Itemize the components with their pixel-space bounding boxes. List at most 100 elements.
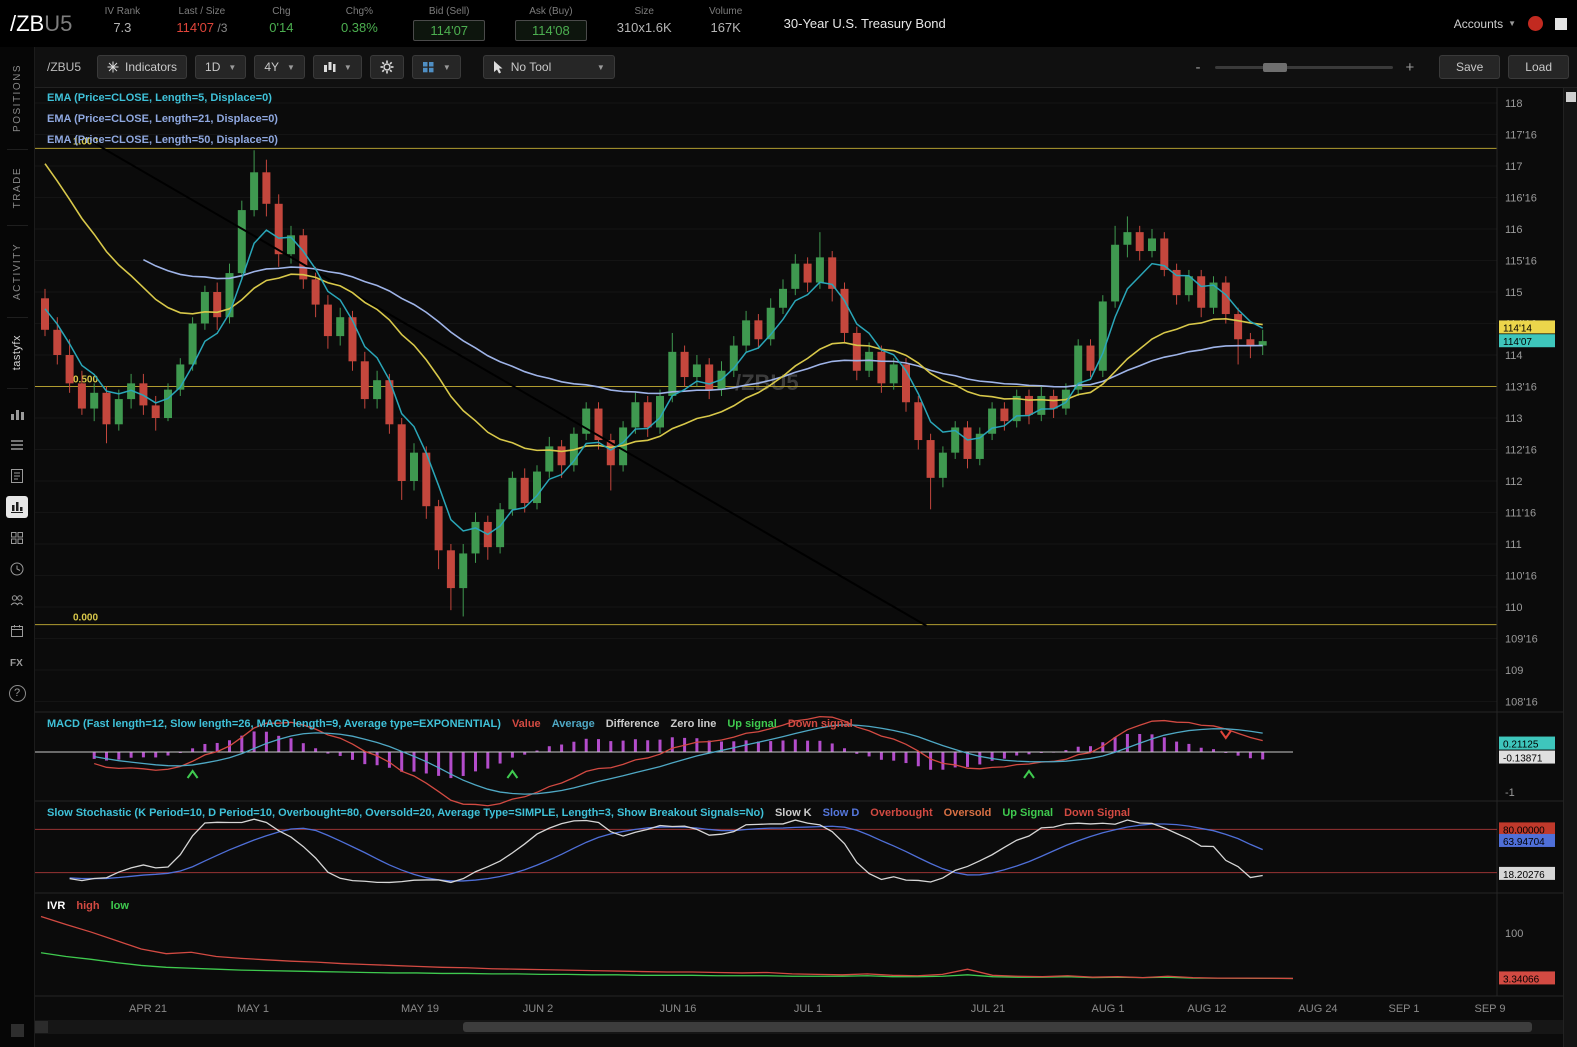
macd-hist-bar (769, 741, 773, 752)
macd-hist-bar (646, 740, 650, 752)
zoom-in-button[interactable]: + (1403, 59, 1417, 76)
zoom-out-button[interactable]: - (1191, 59, 1205, 76)
date-axis-label: SEP 1 (1389, 1003, 1420, 1015)
price-axis-label: 111'16 (1505, 508, 1536, 520)
price-axis-label: 112'16 (1505, 445, 1537, 457)
price-axis-label: 110 (1505, 602, 1523, 614)
range-dropdown[interactable]: 4Y ▼ (254, 55, 305, 79)
candle-type-icon (323, 62, 336, 72)
ema50-line[interactable] (143, 258, 1263, 395)
record-indicator-icon[interactable] (1528, 16, 1543, 31)
chart-icon[interactable] (6, 495, 28, 518)
last-size-value: 114'07 /3 (176, 20, 227, 35)
chart-region: /ZBU5 Indicators 1D ▼ 4Y ▼ ▼ ▼ No Tool ▼… (35, 47, 1577, 1047)
accounts-label: Accounts (1453, 16, 1504, 31)
sidebar-item-trade[interactable]: TRADE (12, 150, 23, 225)
macd-hist-bar (843, 748, 846, 752)
macd-hist-bar (658, 739, 662, 752)
ask-button[interactable]: 114'08 (515, 20, 587, 41)
macd-hist-bar (1187, 743, 1191, 752)
date-axis-label: JUN 16 (660, 1003, 697, 1015)
help-icon[interactable]: ? (8, 684, 26, 702)
price-axis-label: 117'16 (1505, 130, 1537, 142)
macd-hist-bar (621, 740, 625, 752)
chg-field: Chg 0'14 (257, 6, 305, 35)
candles-layer (41, 150, 1267, 617)
grid-icon[interactable] (6, 527, 28, 549)
macd-hist-bar (1248, 752, 1252, 759)
scrollbar-stepper[interactable] (35, 1021, 48, 1033)
zoom-slider-handle[interactable] (1262, 62, 1287, 72)
macd-hist-bar (560, 744, 564, 752)
calendar-icon[interactable] (6, 620, 28, 642)
people-icon[interactable] (6, 589, 28, 611)
macd-hist-bar (1076, 746, 1080, 752)
axis-badge-text: 18.20276 (1503, 870, 1545, 881)
macd-down-signal-icon (1219, 730, 1232, 740)
window-corner-button[interactable] (1555, 17, 1567, 30)
macd-hist-bar (412, 752, 416, 772)
macd-hist-bar (461, 752, 465, 776)
load-button[interactable]: Load (1508, 55, 1569, 79)
macd-up-signal-icon (506, 769, 519, 779)
watchlist-icon[interactable] (6, 434, 28, 456)
macd-hist-bar (609, 741, 613, 752)
sidebar-item-tastyfx[interactable]: tastyfx (11, 318, 23, 387)
chart-canvas[interactable]: 118117'16117116'16116115'16115114'161141… (35, 88, 1577, 1047)
scrollbar-handle[interactable] (462, 1022, 1533, 1032)
macd-hist-bar (400, 752, 404, 772)
tool-dropdown[interactable]: No Tool ▼ (482, 55, 615, 79)
trendline[interactable] (89, 139, 928, 627)
chart-svg[interactable]: 118117'16117116'16116115'16115114'161141… (35, 88, 1563, 1040)
macd-hist-bar (1162, 737, 1166, 752)
bid-label: Bid (Sell) (428, 6, 470, 17)
chart-type-dropdown[interactable]: ▼ (312, 55, 362, 79)
sidebar-item-activity[interactable]: ACTIVITY (12, 226, 23, 317)
macd-hist-bar (191, 748, 195, 752)
price-axis-label: 113'16 (1505, 382, 1537, 394)
resize-grip[interactable] (10, 1024, 24, 1037)
macd-hist-bar (1113, 737, 1117, 752)
volume-label: Volume (708, 6, 743, 17)
size-value: 310x1.6K (616, 20, 672, 35)
chevron-down-icon: ▼ (596, 62, 605, 72)
notes-icon[interactable] (6, 465, 28, 487)
settings-button[interactable] (369, 55, 404, 79)
price-axis-label: 114 (1505, 350, 1523, 362)
ask-label: Ask (Buy) (529, 6, 573, 17)
macd-up-signal-icon (1023, 769, 1035, 779)
macd-hist-bar (1089, 746, 1092, 752)
date-axis-label: MAY 1 (237, 1003, 269, 1015)
clock-icon[interactable] (6, 558, 28, 580)
fx-icon[interactable]: FX (6, 651, 28, 673)
symbol-root: /ZB (10, 10, 45, 36)
bar-chart-icon[interactable] (6, 403, 28, 425)
macd-hist-bar (904, 752, 908, 764)
timeframe-dropdown[interactable]: 1D ▼ (195, 55, 247, 79)
sidebar-item-positions[interactable]: POSITIONS (12, 47, 23, 149)
right-scroll-strip[interactable] (1563, 88, 1577, 1047)
horizontal-scrollbar[interactable] (35, 1020, 1563, 1034)
layout-grid-icon (422, 62, 434, 73)
macd-hist-bar (510, 752, 514, 758)
zoom-slider[interactable] (1214, 62, 1393, 72)
macd-hist-bar (166, 752, 170, 756)
indicators-button[interactable]: Indicators (97, 55, 188, 79)
date-axis-label: AUG 1 (1091, 1003, 1124, 1015)
macd-hist-bar (572, 741, 576, 752)
symbol-expiry: U5 (44, 10, 73, 36)
price-axis-label: 118 (1505, 98, 1523, 110)
scroll-top-button[interactable] (1565, 92, 1576, 102)
save-button[interactable]: Save (1438, 55, 1501, 79)
macd-axis-label: -1 (1505, 787, 1515, 799)
accounts-dropdown[interactable]: Accounts ▼ (1454, 17, 1516, 31)
bid-button[interactable]: 114'07 (413, 20, 486, 41)
layout-dropdown[interactable]: ▼ (411, 55, 461, 79)
price-axis-label: 116 (1505, 224, 1523, 236)
macd-hist-bar (1199, 747, 1203, 752)
macd-hist-bar (129, 752, 133, 758)
size-label: Size (634, 6, 654, 17)
ivr-axis-label: 100 (1505, 928, 1523, 940)
macd-hist-bar (916, 752, 920, 767)
macd-hist-bar (203, 743, 207, 752)
